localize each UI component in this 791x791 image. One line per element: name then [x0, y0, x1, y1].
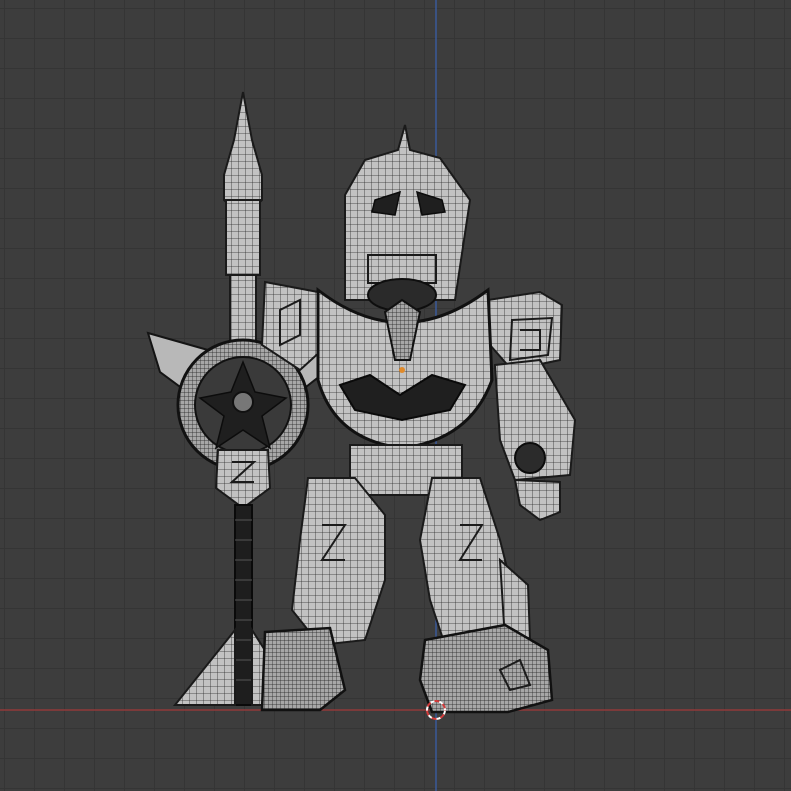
- viewport-canvas[interactable]: [0, 0, 791, 791]
- robot-model[interactable]: [260, 124, 577, 714]
- origin-point-icon: [399, 367, 405, 373]
- 3d-viewport[interactable]: [0, 0, 791, 791]
